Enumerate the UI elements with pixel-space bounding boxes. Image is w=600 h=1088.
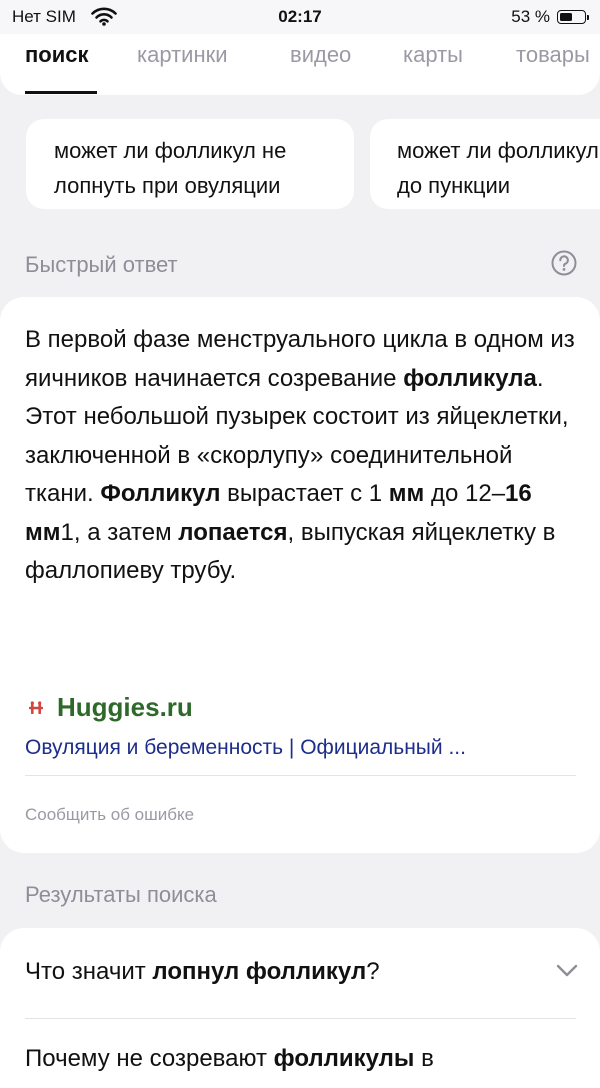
source-name-link[interactable]: Huggies.ru — [57, 692, 193, 723]
active-tab-indicator — [25, 91, 97, 94]
question-text: Что значит — [25, 958, 152, 985]
tab-search[interactable]: поиск — [25, 42, 89, 68]
answer-highlight: лопается — [178, 519, 287, 546]
source-favicon-icon — [28, 700, 44, 716]
suggestion-chip[interactable]: может ли фолликул не лопнуть при овуляци… — [26, 119, 354, 209]
question-highlight: фолликулы — [274, 1045, 415, 1072]
suggestion-line: может ли фолликул — [397, 133, 600, 168]
suggestion-line: лопнуть при овуляции — [54, 168, 354, 203]
question-text: Почему не созревают — [25, 1045, 274, 1072]
tab-video[interactable]: видео — [290, 42, 351, 68]
related-question-item[interactable]: Что значит лопнул фолликул? — [25, 958, 380, 986]
search-tabs: поиск картинки видео карты товары — [0, 34, 600, 95]
battery-percent: 53 % — [511, 7, 550, 27]
search-results-header: Результаты поиска — [25, 882, 217, 908]
related-question-item[interactable]: Почему не созревают фолликулы в — [25, 1045, 434, 1073]
suggestion-chip[interactable]: может ли фолликул до пункции — [370, 119, 600, 209]
tab-images[interactable]: картинки — [137, 42, 228, 68]
answer-text-part: до 12– — [424, 480, 505, 507]
answer-highlight: фолликула — [403, 365, 537, 392]
answer-text: В первой фазе менструального цикла в одн… — [25, 321, 585, 591]
battery-icon — [557, 10, 586, 24]
suggestion-line: до пункции — [397, 168, 600, 203]
divider — [25, 1018, 576, 1019]
question-text: ? — [366, 958, 379, 985]
suggestion-line: может ли фолликул не — [54, 133, 354, 168]
status-bar: Нет SIM 02:17 53 % — [0, 0, 600, 34]
report-error-link[interactable]: Сообщить об ошибке — [25, 805, 194, 825]
source-article-link[interactable]: Овуляция и беременность | Официальный ..… — [25, 736, 570, 760]
clock: 02:17 — [0, 7, 600, 27]
tab-goods[interactable]: товары — [516, 42, 590, 68]
battery-indicator: 53 % — [511, 7, 586, 27]
related-questions-card: Что значит лопнул фолликул? Почему не со… — [0, 928, 600, 1088]
question-text: в — [414, 1045, 433, 1072]
answer-highlight: Фолликул — [100, 480, 220, 507]
question-circle-icon[interactable] — [551, 250, 577, 276]
question-highlight: лопнул фолликул — [152, 958, 366, 985]
answer-text-part: вырастает с 1 — [220, 480, 388, 507]
chevron-down-icon[interactable] — [556, 964, 578, 978]
divider — [25, 775, 576, 776]
answer-highlight: мм — [389, 480, 425, 507]
quick-answer-header: Быстрый ответ — [25, 252, 178, 278]
answer-text-part: 1, а затем — [61, 519, 179, 546]
quick-answer-card: В первой фазе менструального цикла в одн… — [0, 297, 600, 853]
tab-maps[interactable]: карты — [403, 42, 463, 68]
